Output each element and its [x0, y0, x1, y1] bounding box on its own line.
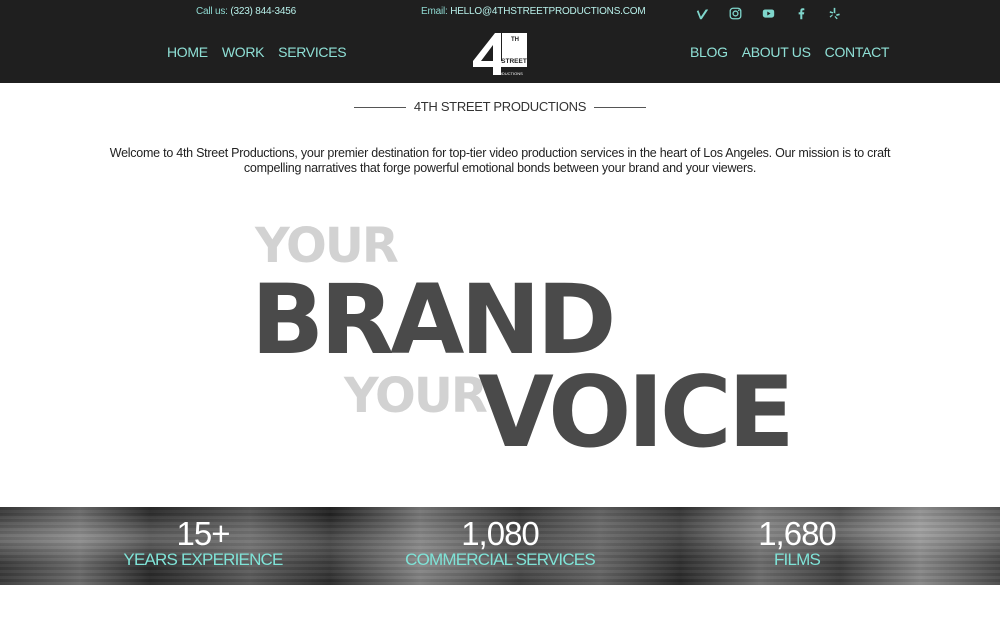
phone-link[interactable]: (323) 844-3456 [230, 6, 296, 17]
hero-brand: BRAND [251, 264, 616, 376]
stat-films: 1,680 FILMS [667, 517, 927, 569]
section-title: 4TH STREET PRODUCTIONS [0, 99, 1000, 114]
section-title-text: 4TH STREET PRODUCTIONS [413, 99, 587, 114]
email-label: Email: [421, 6, 448, 17]
stat-number: 1,080 [461, 515, 540, 552]
hero-voice: VOICE [478, 356, 795, 470]
intro-paragraph: Welcome to 4th Street Productions, your … [109, 146, 891, 175]
title-divider-right [594, 107, 647, 109]
instagram-icon[interactable] [719, 4, 752, 22]
nav-left: HOME WORK SERVICES [167, 44, 347, 60]
hero-your-1: YOUR [255, 218, 399, 274]
stat-label: FILMS [773, 550, 821, 569]
youtube-icon[interactable] [752, 4, 785, 22]
email-link[interactable]: HELLO@4THSTREETPRODUCTIONS.COM [450, 6, 645, 17]
call-label: Call us: [196, 6, 228, 17]
logo-sub: PRODUCTIONS [493, 71, 523, 76]
nav-contact[interactable]: CONTACT [825, 44, 890, 60]
nav-work[interactable]: WORK [222, 44, 265, 60]
stat-commercial: 1,080 COMMERCIAL SERVICES [370, 517, 630, 569]
nav-about-us[interactable]: ABOUT US [742, 44, 811, 60]
nav-blog[interactable]: BLOG [690, 44, 728, 60]
call-info[interactable]: Call us: (323) 844-3456 [196, 6, 296, 17]
nav-home[interactable]: HOME [167, 44, 208, 60]
stats-band: 15+ YEARS EXPERIENCE 1,080 COMMERCIAL SE… [0, 507, 1000, 585]
site-header: Call us: (323) 844-3456 Email: HELLO@4TH… [0, 0, 1000, 83]
nav-services[interactable]: SERVICES [278, 44, 346, 60]
stat-label: YEARS EXPERIENCE [123, 550, 283, 569]
stat-number: 1,680 [758, 515, 837, 552]
stat-label: COMMERCIAL SERVICES [405, 550, 596, 569]
title-divider-left [353, 107, 406, 109]
site-logo[interactable]: TH STREET PRODUCTIONS [471, 31, 529, 77]
logo-superscript: TH [511, 37, 519, 43]
stat-number: 15+ [176, 515, 231, 552]
social-links [686, 4, 851, 22]
email-info[interactable]: Email: HELLO@4THSTREETPRODUCTIONS.COM [421, 6, 646, 17]
vimeo-icon[interactable] [686, 4, 719, 22]
stat-years: 15+ YEARS EXPERIENCE [73, 517, 333, 569]
yelp-icon[interactable] [818, 4, 851, 22]
facebook-icon[interactable] [785, 4, 818, 22]
nav-right: BLOG ABOUT US CONTACT [690, 44, 889, 60]
logo-word: STREET [501, 58, 527, 65]
hero-your-2: YOUR [344, 368, 488, 424]
